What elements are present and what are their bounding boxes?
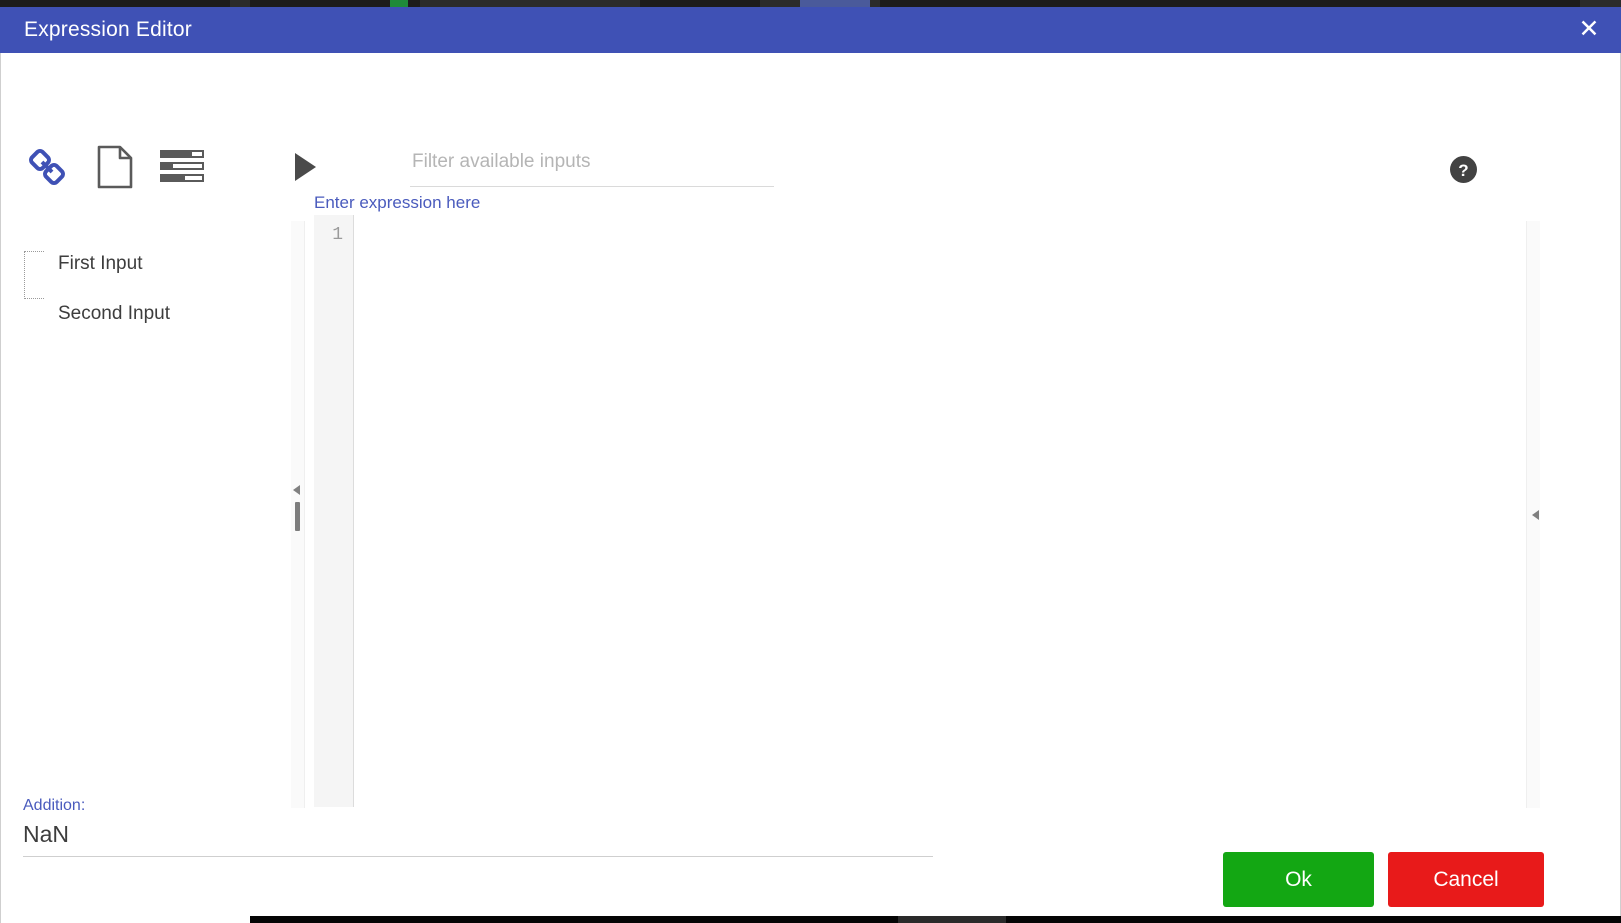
line-number: 1 [332,225,343,245]
ok-button[interactable]: Ok [1223,852,1374,907]
svg-text:?: ? [1458,161,1468,180]
filter-input-wrapper [410,145,774,189]
dialog-titlebar: Expression Editor ✕ [0,7,1621,53]
result-underline [23,856,933,857]
toolbar: ? [1,53,1620,189]
dialog-body: ? First Input Second Input Enter express… [0,53,1621,923]
list-item[interactable]: Second Input [58,303,170,325]
background-app-chrome-sliver [0,0,1621,7]
expression-input[interactable] [355,215,1526,807]
help-icon[interactable]: ? [1450,156,1477,183]
editor-line-number-gutter: 1 [314,215,354,807]
right-splitter[interactable] [1526,221,1540,808]
search-input[interactable] [410,145,774,183]
link-icon[interactable] [20,141,74,193]
available-inputs-panel: First Input Second Input [1,213,291,813]
close-icon[interactable]: ✕ [1575,16,1603,44]
collapse-right-arrow-icon[interactable] [1532,510,1539,520]
background-bottom-band [250,916,1621,923]
tree-focus-indicator [24,251,44,299]
left-splitter[interactable] [291,221,305,808]
splitter-grip[interactable] [295,502,300,531]
expression-editor: 1 [314,215,1526,807]
list-item[interactable]: First Input [58,253,142,275]
collapse-left-arrow-icon[interactable] [293,485,300,495]
expression-editor-dialog: Expression Editor ✕ Filter available inp… [0,0,1621,923]
filter-input-underline [410,186,774,187]
play-icon[interactable] [283,145,327,189]
list-icon[interactable] [155,141,209,193]
expression-label: Enter expression here [314,193,481,212]
result-value: NaN [23,821,70,847]
document-icon[interactable] [88,141,142,193]
cancel-button[interactable]: Cancel [1388,852,1544,907]
result-label: Addition: [23,797,86,814]
page-title: Expression Editor [24,18,192,41]
